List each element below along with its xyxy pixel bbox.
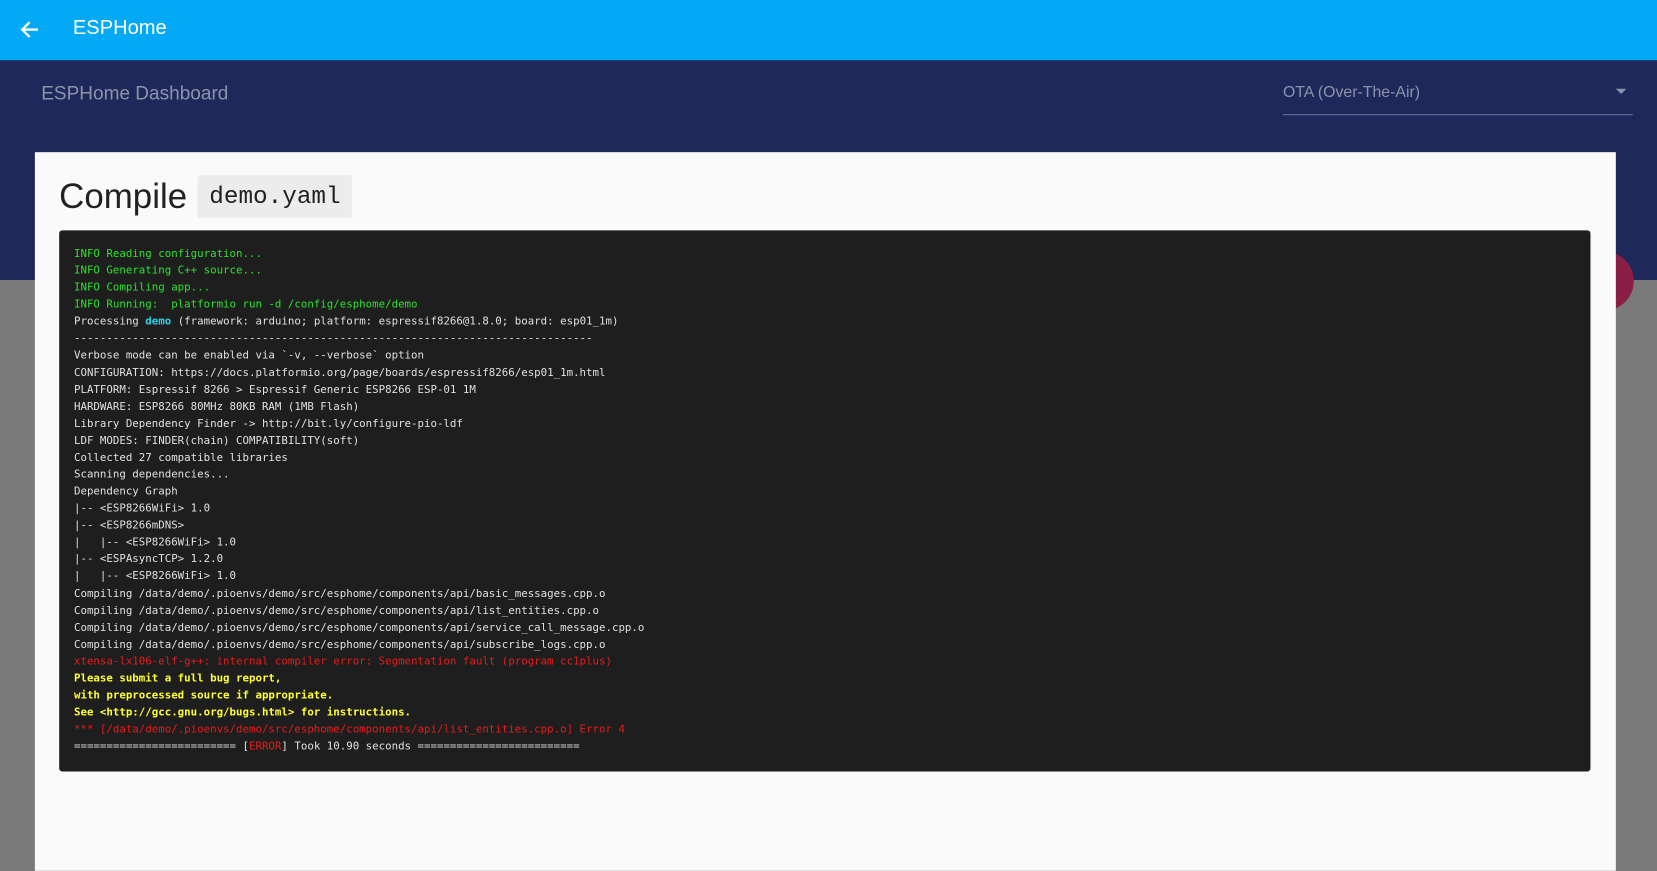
dashboard-title: ESPHome Dashboard — [41, 82, 229, 104]
upload-method-select[interactable]: OTA (Over-The-Air) — [1282, 80, 1633, 116]
dialog-filename: demo.yaml — [197, 175, 353, 218]
log-line: ----------------------------------------… — [73, 333, 593, 345]
log-segment: Processing — [73, 316, 146, 328]
compile-dialog: Compile demo.yaml INFO Reading configura… — [34, 152, 1616, 871]
log-line: LDF MODES: FINDER(chain) COMPATIBILITY(s… — [73, 435, 360, 447]
app: ESPHome ESPHome Dashboard OTA (Over-The-… — [0, 0, 1657, 871]
log-line: Dependency Graph — [73, 486, 178, 498]
arrow-left-icon[interactable] — [17, 15, 42, 45]
dialog-title: Compile demo.yaml — [59, 175, 353, 218]
log-segment: ========================= [ — [73, 741, 249, 753]
chevron-down-icon — [1615, 88, 1627, 95]
log-line: ========================= [ERROR] Took 1… — [74, 739, 1576, 756]
log-segment: ERROR — [248, 741, 282, 753]
log-line: CONFIGURATION: https://docs.platformio.o… — [73, 367, 606, 379]
log-line: Compiling /data/demo/.pioenvs/demo/src/e… — [73, 588, 606, 600]
log-line: Scanning dependencies... — [73, 469, 230, 481]
log-line: Compiling /data/demo/.pioenvs/demo/src/e… — [73, 622, 645, 634]
log-segment: ] Took 10.90 seconds ===================… — [281, 741, 580, 753]
log-line: | |-- <ESP8266WiFi> 1.0 — [73, 571, 237, 583]
log-line: Processing demo (framework: arduino; pla… — [74, 314, 1576, 331]
top-app-bar: ESPHome — [0, 0, 1657, 61]
log-line: | |-- <ESP8266WiFi> 1.0 — [73, 537, 237, 549]
log-segment: demo — [145, 316, 172, 328]
upload-method-value: OTA (Over-The-Air) — [1282, 83, 1421, 102]
log-line: Library Dependency Finder -> http://bit.… — [73, 418, 463, 430]
log-line: INFO Generating C++ source... — [73, 265, 262, 277]
dialog-title-text: Compile — [59, 176, 188, 216]
log-line: with preprocessed source if appropriate. — [73, 690, 334, 702]
log-line: |-- <ESPAsyncTCP> 1.2.0 — [73, 554, 224, 566]
log-line: PLATFORM: Espressif 8266 > Espressif Gen… — [73, 384, 476, 396]
log-line: xtensa-lx106-elf-g++: internal compiler … — [73, 656, 612, 668]
log-line: Collected 27 compatible libraries — [73, 452, 288, 464]
app-title: ESPHome — [72, 16, 167, 40]
log-line: |-- <ESP8266WiFi> 1.0 — [73, 503, 211, 515]
log-segment: (framework: arduino; platform: espressif… — [171, 316, 619, 328]
log-line: Verbose mode can be enabled via `-v, --v… — [73, 350, 425, 362]
log-line: Please submit a full bug report, — [73, 673, 282, 685]
log-line: INFO Running: platformio run -d /config/… — [73, 299, 418, 311]
log-line: Compiling /data/demo/.pioenvs/demo/src/e… — [73, 605, 600, 617]
log-line: See <http://gcc.gnu.org/bugs.html> for i… — [73, 707, 412, 719]
log-line: INFO Compiling app... — [73, 282, 211, 294]
log-line: HARDWARE: ESP8266 80MHz 80KB RAM (1MB Fl… — [73, 401, 360, 413]
log-line: |-- <ESP8266mDNS> — [73, 520, 185, 532]
log-output[interactable]: INFO Reading configuration... INFO Genera… — [59, 230, 1591, 772]
log-line: INFO Reading configuration... — [73, 248, 262, 260]
log-line: Compiling /data/demo/.pioenvs/demo/src/e… — [73, 639, 606, 651]
log-line: *** [/data/demo/.pioenvs/demo/src/esphom… — [73, 724, 625, 736]
